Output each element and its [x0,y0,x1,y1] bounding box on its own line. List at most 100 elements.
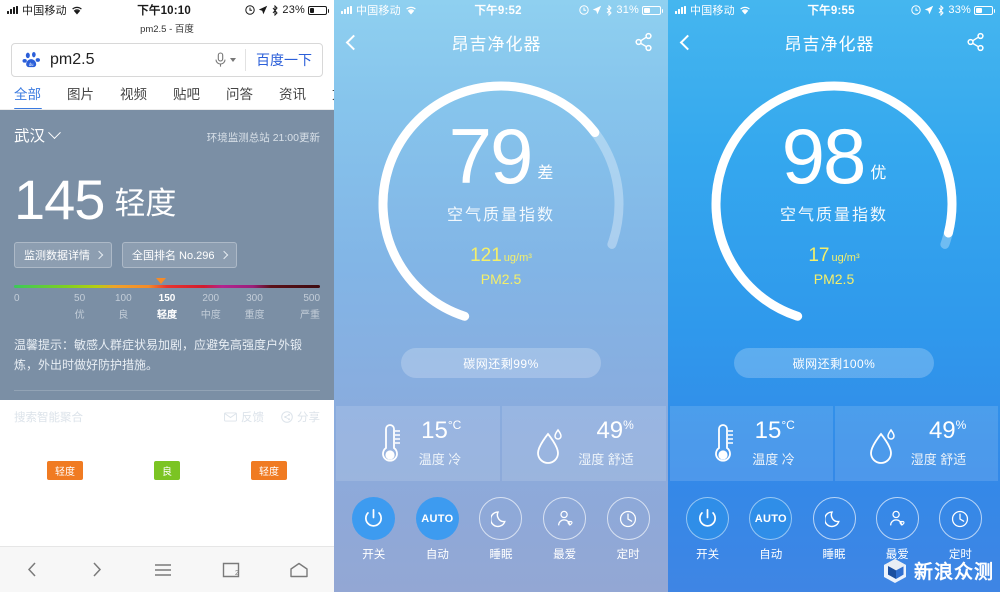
search-input[interactable]: pm2.5 [50,51,214,69]
national-rank-label: 全国排名 No.296 [132,250,215,262]
hamburger-menu-icon[interactable] [153,562,173,578]
mode-auto[interactable]: AUTO 自动 [406,497,470,562]
alarm-circle-icon [579,5,590,15]
bluetooth-icon [606,4,613,16]
location-arrow-icon [259,5,268,15]
tab-all[interactable]: 全部 [10,83,54,109]
clock-icon [952,510,969,527]
temperature-label: 温度 冷 [418,452,462,467]
mode-favorite[interactable]: 最爱 [533,497,597,562]
clock-label: 下午9:52 [474,5,522,17]
temperature-tile[interactable]: 15°C 温度 冷 [336,406,500,481]
status-bar-1: 中国移动 下午10:10 23% [0,0,334,20]
search-bar[interactable]: du pm2.5 百度一下 [11,43,323,77]
humidity-tile[interactable]: 49% 湿度 舒适 [502,406,666,481]
feedback-button[interactable]: 反馈 [224,409,264,425]
temperature-label: 温度 冷 [752,452,795,467]
wifi-icon [72,6,82,15]
battery-percent-label: 23% [282,4,305,16]
mode-sleep[interactable]: 睡眠 [802,497,865,562]
share-button[interactable]: 分享 [281,409,320,425]
mode-label: 开关 [696,549,720,561]
tab-wenku[interactable]: 文库 [319,83,334,103]
signal-bars-icon [341,6,352,14]
tab-videos[interactable]: 视频 [107,83,160,103]
forecast-day[interactable]: 明天 12.25 良 [116,435,218,480]
thermometer-icon [715,423,734,462]
mode-favorite[interactable]: 最爱 [866,497,929,562]
scale-num-active: 150 [158,293,176,304]
clock-icon [620,510,637,527]
purifier-screen-98: 中国移动 下午9:55 33% 昂吉净化器 98 优 空气质量指数 17 ug/… [668,0,1000,592]
pm25-label: PM2.5 [480,270,522,287]
browser-tabs-icon[interactable]: 2 [221,560,241,580]
scale-label: 重度 [244,310,265,321]
share-icon [281,411,293,423]
forecast-day[interactable]: 后天 12.26 轻度 [218,435,320,480]
national-rank-button[interactable]: 全国排名 No.296 [122,242,237,268]
location-arrow-icon [593,5,602,15]
mode-sleep[interactable]: 睡眠 [469,497,533,562]
forecast-day[interactable]: 今天 12.24 轻度 [14,435,116,480]
filter-status-button[interactable]: 碳网还剩100% [734,348,934,378]
humidity-unit: % [955,418,967,432]
mode-timer[interactable]: 定时 [929,497,992,562]
aqi-marker-icon [156,278,167,284]
feedback-label: 反馈 [241,412,264,424]
mode-power[interactable]: 开关 [342,497,406,562]
scale-num: 200 [202,293,220,304]
forecast-date: 今天 12.24 [35,438,95,453]
mode-power[interactable]: 开关 [676,497,739,562]
battery-icon [308,5,329,15]
filter-status-button[interactable]: 碳网还剩99% [401,348,601,378]
pm25-value: 121 [470,244,502,266]
city-selector[interactable]: 武汉 [14,124,61,146]
share-icon[interactable] [966,32,986,52]
aqi-gradient-bar [14,285,320,288]
bluetooth-icon [938,4,945,16]
chevron-down-icon [230,58,236,62]
tab-images[interactable]: 图片 [54,83,107,103]
power-icon [699,509,717,527]
share-label: 分享 [297,412,320,424]
monitor-detail-button[interactable]: 监测数据详情 [14,242,112,268]
water-drop-icon [537,428,562,464]
aqi-scale-labels: 优 良 轻度 中度 重度 严重 [14,306,320,321]
scale-label: 严重 [300,310,321,321]
tab-news[interactable]: 资讯 [266,83,319,103]
humidity-unit: % [623,418,634,432]
search-tabs: 全部 图片 视频 贴吧 问答 资讯 文库 [0,77,334,109]
humidity-tile[interactable]: 49% 湿度 舒适 [835,406,998,481]
carrier-label: 中国移动 [22,5,67,17]
watermark: 新浪众测 [882,557,994,584]
aqi-level: 优 [870,164,887,182]
chevron-right-icon[interactable] [88,560,105,579]
moon-icon [824,511,840,528]
footer-left-label: 搜索智能聚合 [14,412,83,424]
aqi-value: 98 [781,112,867,201]
tab-tieba[interactable]: 贴吧 [160,83,213,103]
sensor-row-2: 15°C 温度 冷 49% 湿度 舒适 [334,406,668,481]
mode-timer[interactable]: 定时 [596,497,660,562]
temperature-unit: °C [781,418,795,432]
forecast-badge: 轻度 [251,460,287,480]
temperature-value: 15 [421,417,448,444]
forecast-badge: 良 [154,460,180,480]
chevron-left-icon[interactable] [24,560,41,579]
health-tip: 温馨提示：敏感人群症状易加剧，应避免高强度户外锻炼，外出时做好防护措施。 [14,338,303,372]
voice-search-button[interactable] [214,52,245,68]
share-icon[interactable] [634,32,654,52]
scale-num: 300 [246,293,263,304]
humidity-value: 49 [928,417,956,444]
battery-icon [974,5,995,15]
scale-num: 50 [74,293,86,304]
favorite-person-icon [557,510,573,526]
home-icon[interactable] [288,560,310,580]
search-submit-button[interactable]: 百度一下 [246,50,322,70]
temperature-tile[interactable]: 15°C 温度 冷 [670,406,833,481]
wifi-icon [406,6,416,15]
mode-auto[interactable]: AUTO 自动 [739,497,802,562]
auto-icon: AUTO [754,512,787,525]
tab-qa[interactable]: 问答 [213,83,266,103]
aqi-value: 79 [448,112,534,201]
